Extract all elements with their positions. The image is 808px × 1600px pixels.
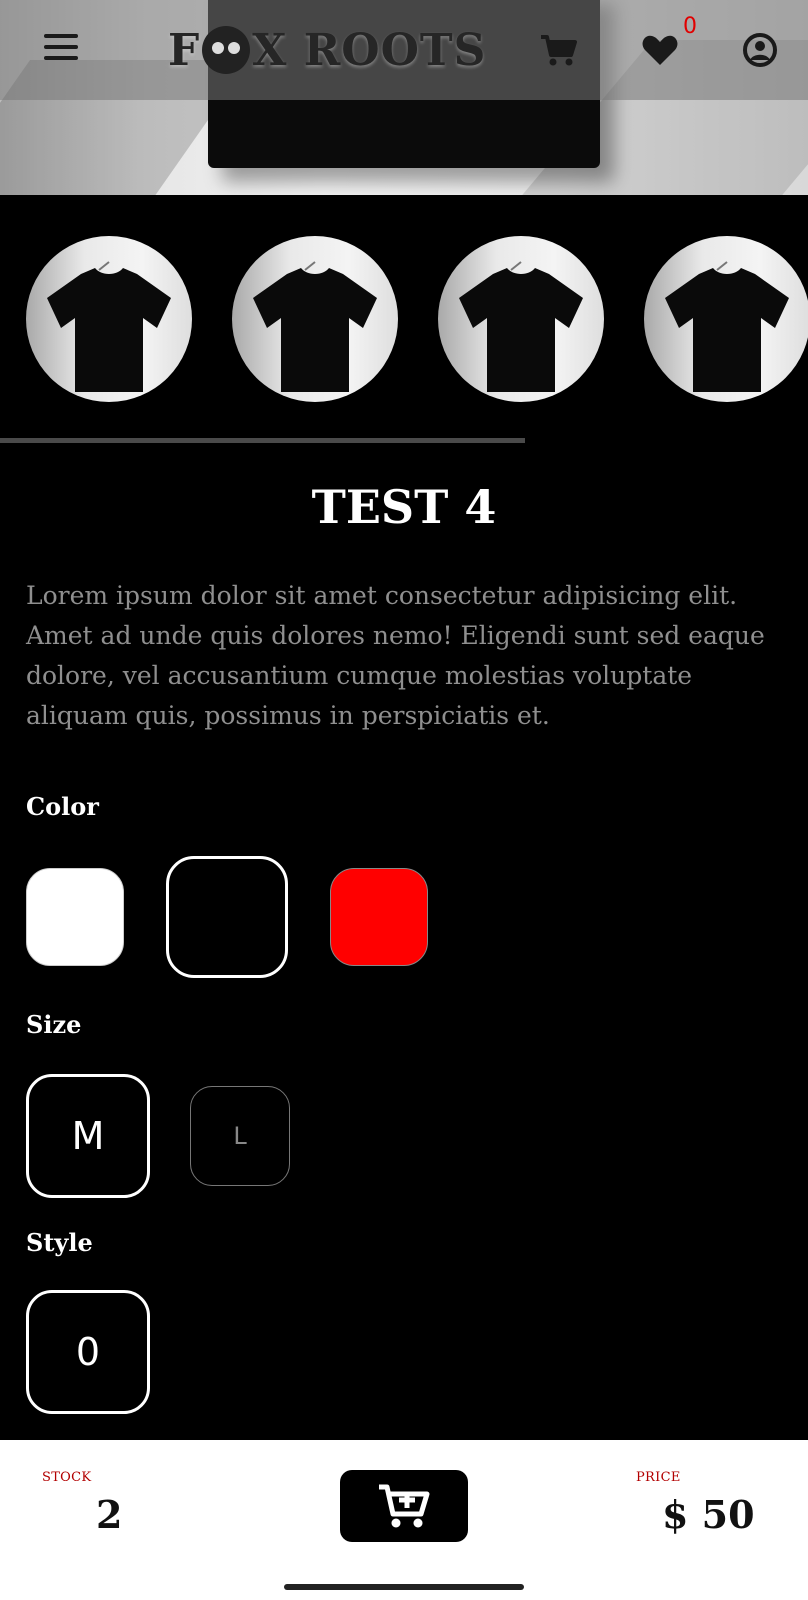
fox-mask-icon (202, 26, 251, 74)
app-header: F X ROOTS 0 (0, 0, 808, 100)
brand-logo[interactable]: F X ROOTS (168, 22, 486, 78)
stock-label: STOCK (42, 1470, 92, 1485)
thumbnail-gallery[interactable] (0, 236, 808, 406)
logo-text-left: F (168, 24, 201, 76)
product-description: Lorem ipsum dolor sit amet consectetur a… (26, 581, 765, 730)
home-indicator[interactable] (284, 1584, 524, 1590)
size-option-l[interactable]: L (190, 1086, 290, 1186)
stock-value: 2 (96, 1492, 123, 1537)
tshirt-icon (665, 261, 789, 392)
size-label: Size (26, 1010, 82, 1039)
price-label: PRICE (636, 1470, 681, 1485)
style-label: Style (26, 1228, 93, 1257)
price-value: $ 50 (662, 1492, 755, 1537)
purchase-bar: STOCK 2 PRICE $ 50 (0, 1440, 808, 1600)
size-option-m[interactable]: M (26, 1074, 150, 1198)
thumbnail-image[interactable] (232, 236, 398, 402)
logo-text-right: X ROOTS (252, 24, 487, 76)
tshirt-icon (47, 261, 171, 392)
menu-icon[interactable] (44, 34, 78, 64)
add-to-cart-icon (379, 1484, 430, 1528)
cart-icon[interactable] (536, 28, 580, 72)
color-swatch-black[interactable] (166, 856, 288, 978)
tshirt-icon (253, 261, 377, 392)
heart-icon[interactable] (638, 28, 682, 72)
tshirt-icon (459, 261, 583, 392)
gallery-scroll-indicator[interactable] (0, 438, 525, 443)
user-icon[interactable] (738, 28, 782, 72)
add-to-cart-button[interactable] (340, 1470, 468, 1542)
color-label: Color (26, 792, 99, 821)
wishlist-count-badge: 0 (683, 14, 697, 39)
thumbnail-image[interactable] (644, 236, 808, 402)
color-swatch-red[interactable] (330, 868, 428, 966)
thumbnail-image[interactable] (26, 236, 192, 402)
style-option-0[interactable]: 0 (26, 1290, 150, 1414)
thumbnail-image[interactable] (438, 236, 604, 402)
product-title: TEST 4 (311, 480, 497, 534)
color-swatch-white[interactable] (26, 868, 124, 966)
